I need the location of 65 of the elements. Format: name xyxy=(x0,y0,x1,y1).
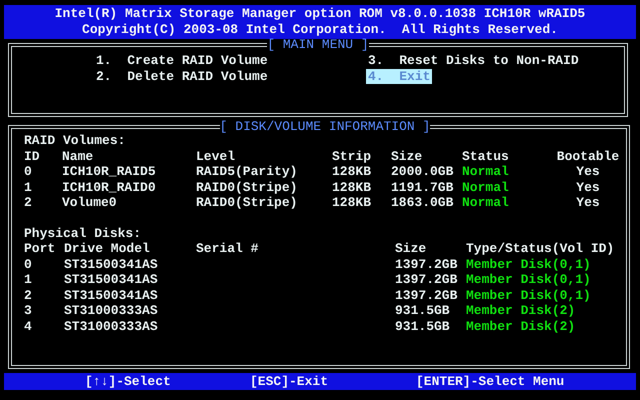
table-cell: Member Disk(0,1) xyxy=(466,256,591,272)
table-cell: ST31000333AS xyxy=(64,303,158,318)
table-cell: 1 xyxy=(24,272,32,288)
menu-item[interactable]: 1. Create RAID Volume xyxy=(94,53,270,68)
table-cell: 1397.2GB xyxy=(395,256,458,272)
key-hint: [↑↓]-Select xyxy=(85,374,171,390)
table-cell: RAID5(Parity) xyxy=(196,164,298,180)
menu-item[interactable]: 3. Reset Disks to Non-RAID xyxy=(366,53,581,68)
table-cell: 931.5GB xyxy=(395,303,450,318)
section-heading: Physical Disks: xyxy=(24,226,142,241)
column-header: Status xyxy=(462,148,509,164)
table-cell: Yes xyxy=(576,195,600,210)
table-cell: 128KB xyxy=(332,195,372,210)
column-header: Serial # xyxy=(196,241,258,256)
table-cell: 128KB xyxy=(332,180,372,195)
column-header: Size xyxy=(391,148,422,164)
table-cell: ICH10R_RAID5 xyxy=(62,164,156,180)
disk-volume-title: [ DISK/VOLUME INFORMATION ] xyxy=(220,121,430,133)
column-header: Level xyxy=(196,148,236,164)
table-cell: 0 xyxy=(24,256,32,272)
rom-title: Intel(R) Matrix Storage Manager option ROM v8.0.0.1038 ICH10R wRAID5 xyxy=(54,6,586,22)
key-hint: [ESC]-Exit xyxy=(250,374,328,390)
table-cell: ST31500341AS xyxy=(64,256,158,272)
table-cell: ST31500341AS xyxy=(64,288,158,303)
table-cell: ICH10R_RAID0 xyxy=(62,180,156,195)
key-hint: [ENTER]-Select Menu xyxy=(416,374,564,390)
table-cell: 3 xyxy=(24,303,32,318)
table-cell: 2 xyxy=(24,195,32,210)
table-cell: Yes xyxy=(576,164,600,180)
table-cell: RAID0(Stripe) xyxy=(196,195,298,210)
table-cell: 1191.7GB xyxy=(391,180,454,195)
table-cell: 1397.2GB xyxy=(395,272,458,288)
section-heading: RAID Volumes: xyxy=(24,133,126,148)
table-cell: Yes xyxy=(576,180,600,195)
main-menu-title: [ MAIN MENU ] xyxy=(267,39,369,51)
column-header: Drive Model xyxy=(64,241,150,256)
table-cell: Volume0 xyxy=(62,195,117,210)
table-cell: 1 xyxy=(24,180,32,195)
table-cell: Normal xyxy=(462,180,509,195)
table-cell: ST31500341AS xyxy=(64,272,158,288)
table-cell: 0 xyxy=(24,164,32,180)
column-header: Name xyxy=(62,148,94,164)
column-header: Port xyxy=(24,241,56,256)
table-cell: Member Disk(2) xyxy=(466,303,576,318)
column-header: Type/Status(Vol ID) xyxy=(466,241,614,256)
table-cell: Normal xyxy=(462,164,509,180)
table-cell: 1863.0GB xyxy=(391,195,454,210)
table-cell: Member Disk(0,1) xyxy=(466,288,591,303)
table-cell: 931.5GB xyxy=(395,318,450,334)
table-cell: ST31000333AS xyxy=(64,318,158,334)
table-cell: 4 xyxy=(24,318,32,334)
table-cell: RAID0(Stripe) xyxy=(196,180,298,195)
column-header: Bootable xyxy=(556,148,620,164)
table-cell: Normal xyxy=(462,195,509,210)
column-header: Strip xyxy=(332,148,372,164)
table-cell: 2000.0GB xyxy=(391,164,454,180)
table-cell: Member Disk(2) xyxy=(466,318,576,334)
copyright-text: Copyright(C) 2003-08 Intel Corporation. All Rights Reserved. xyxy=(82,22,558,37)
menu-item[interactable]: 2. Delete RAID Volume xyxy=(94,68,270,84)
column-header: ID xyxy=(24,148,40,164)
table-cell: Member Disk(0,1) xyxy=(466,272,591,288)
table-cell: 128KB xyxy=(332,164,372,180)
table-cell: 2 xyxy=(24,288,32,303)
table-cell: 1397.2GB xyxy=(395,288,458,303)
column-header: Size xyxy=(395,241,426,256)
